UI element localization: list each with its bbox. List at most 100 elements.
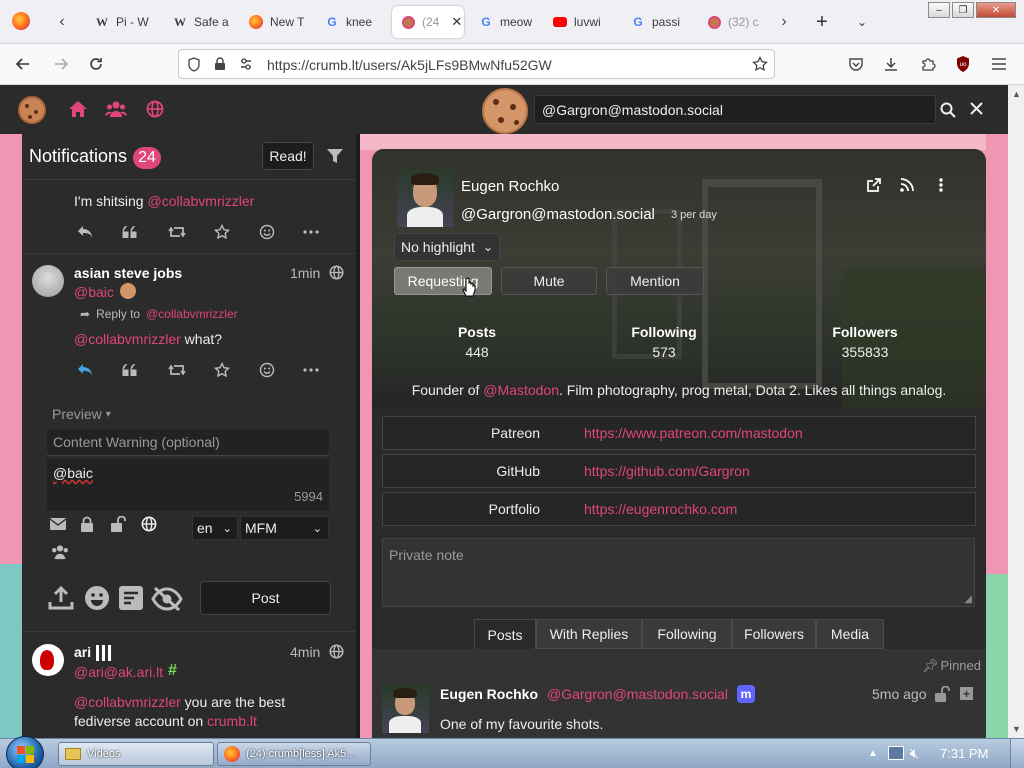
emoji-react-icon[interactable] — [256, 221, 278, 243]
back-icon[interactable] — [12, 53, 34, 75]
browser-tab[interactable]: G meow — [472, 6, 544, 38]
mark-read-button[interactable]: Read! — [262, 142, 314, 170]
emoji-react-icon[interactable] — [256, 359, 278, 381]
more-options-icon[interactable] — [300, 221, 322, 243]
start-button[interactable] — [6, 736, 44, 768]
browser-tab[interactable]: G knee — [318, 6, 388, 38]
stat-followers[interactable]: Followers 355833 — [815, 324, 915, 360]
browser-tab[interactable]: W Safe a — [166, 6, 236, 38]
extensions-puzzle-icon[interactable] — [917, 53, 939, 75]
search-icon[interactable] — [940, 102, 956, 118]
forward-icon[interactable] — [50, 53, 72, 75]
upload-icon[interactable] — [48, 585, 74, 611]
mention-link[interactable]: @collabvmrizzler — [147, 193, 254, 209]
browser-tab[interactable]: G passi — [624, 6, 696, 38]
home-icon[interactable] — [68, 100, 88, 118]
scroll-down-arrow-icon[interactable]: ▼ — [1012, 724, 1021, 734]
tab-posts[interactable]: Posts — [474, 619, 536, 649]
window-restore-button[interactable]: ❐ — [952, 2, 974, 18]
tab-following[interactable]: Following — [642, 619, 732, 649]
avatar[interactable] — [32, 265, 64, 297]
app-menu-hamburger-icon[interactable] — [988, 53, 1010, 75]
network-icon[interactable] — [888, 746, 904, 760]
firefox-menu-icon[interactable] — [12, 12, 30, 30]
close-search-icon[interactable] — [970, 102, 983, 115]
followers-visibility-icon[interactable] — [50, 544, 70, 560]
boost-icon[interactable] — [166, 221, 188, 243]
globe-icon[interactable] — [146, 100, 164, 118]
favourite-star-icon[interactable] — [211, 221, 233, 243]
downloads-icon[interactable] — [880, 53, 902, 75]
reply-icon-active[interactable] — [74, 359, 96, 381]
emoji-picker-icon[interactable] — [84, 585, 110, 611]
tab-followers[interactable]: Followers — [732, 619, 816, 649]
tracking-protection-shield-icon[interactable] — [183, 53, 205, 75]
quote-icon[interactable] — [119, 221, 141, 243]
post-author-name[interactable]: Eugen Rochko — [440, 686, 538, 702]
envelope-visibility-icon[interactable] — [50, 518, 66, 530]
mention-link[interactable]: @collabvmrizzler — [74, 694, 181, 710]
quote-icon[interactable] — [119, 359, 141, 381]
more-options-vertical-icon[interactable] — [939, 178, 943, 192]
browser-tab[interactable]: New T — [242, 6, 314, 38]
unlock-visibility-icon[interactable] — [110, 516, 126, 532]
users-icon[interactable] — [105, 100, 127, 118]
field-link[interactable]: https://github.com/Gargron — [558, 463, 750, 479]
post-author-name[interactable]: asian steve jobs — [74, 265, 182, 281]
lock-visibility-icon[interactable] — [80, 516, 94, 532]
post-button[interactable]: Post — [200, 581, 331, 615]
browser-tab[interactable]: luvwi — [548, 6, 620, 38]
field-link[interactable]: https://eugenrochko.com — [558, 501, 737, 517]
search-input[interactable]: @Gargron@mastodon.social — [534, 95, 936, 124]
reply-icon[interactable] — [74, 221, 96, 243]
tab-list-left-arrow[interactable]: ‹ — [52, 10, 72, 34]
url-bar[interactable]: https://crumb.lt/users/Ak5jLFs9BMwNfu52G… — [178, 49, 775, 79]
tab-list-right-arrow[interactable]: › — [774, 10, 794, 34]
rss-feed-icon[interactable] — [900, 178, 914, 192]
new-tab-plus-icon[interactable]: + — [812, 10, 832, 34]
window-minimize-button[interactable]: – — [928, 2, 950, 18]
reload-icon[interactable] — [85, 53, 107, 75]
stat-posts[interactable]: Posts 448 — [427, 324, 527, 360]
post-author-handle[interactable]: @Gargron@mastodon.social — [547, 686, 728, 702]
bookmark-star-icon[interactable] — [749, 53, 771, 75]
window-close-button[interactable]: ✕ — [976, 2, 1016, 18]
post-author-handle[interactable]: @baic — [74, 284, 114, 300]
post-avatar[interactable] — [382, 685, 429, 733]
browser-tab[interactable]: W Pi - W — [88, 6, 158, 38]
volume-muted-icon[interactable]: 🔇︎ — [910, 745, 919, 762]
avatar[interactable] — [32, 644, 64, 676]
boost-icon[interactable] — [166, 359, 188, 381]
poll-icon[interactable] — [119, 586, 143, 610]
compose-textarea[interactable]: @baic 5994 — [47, 459, 329, 511]
mention-button[interactable]: Mention — [606, 267, 704, 295]
tray-expand-arrow-icon[interactable]: ▲ — [868, 748, 878, 759]
taskbar-item-firefox[interactable]: (24) crumb[less] Ak5... — [217, 742, 371, 766]
bio-mention-link[interactable]: @Mastodon — [483, 382, 559, 398]
tab-with-replies[interactable]: With Replies — [536, 619, 642, 649]
globe-visibility-icon[interactable] — [141, 516, 157, 532]
crumb-logo-icon[interactable] — [18, 96, 46, 124]
requesting-follow-button[interactable]: Requesting — [394, 267, 492, 295]
system-clock[interactable]: 7:31 PM — [940, 746, 988, 761]
mention-link[interactable]: @collabvmrizzler — [74, 331, 181, 347]
mute-button[interactable]: Mute — [501, 267, 597, 295]
stat-following[interactable]: Following 573 — [614, 324, 714, 360]
field-link[interactable]: https://www.patreon.com/mastodon — [558, 425, 803, 441]
filter-icon[interactable] — [326, 147, 344, 165]
external-link-icon[interactable] — [866, 178, 881, 193]
ublock-origin-icon[interactable]: uo — [952, 53, 974, 75]
format-select[interactable]: MFM ⌄ — [240, 516, 329, 540]
page-scrollbar[interactable]: ▲ ▼ — [1008, 85, 1024, 738]
language-select[interactable]: en ⌄ — [192, 516, 238, 540]
scroll-up-arrow-icon[interactable]: ▲ — [1012, 89, 1021, 99]
tab-overflow-chevron-icon[interactable]: ⌄ — [852, 10, 872, 34]
crumb-link[interactable]: crumb.lt — [207, 713, 257, 729]
highlight-select[interactable]: No highlight ⌄ — [394, 233, 500, 261]
pocket-icon[interactable] — [845, 53, 867, 75]
content-warning-input[interactable]: Content Warning (optional) — [47, 429, 329, 456]
resize-handle-icon[interactable]: ◢ — [964, 594, 972, 605]
taskbar-item-videos[interactable]: Videos — [58, 742, 214, 766]
browser-tab-active[interactable]: (24 ✕ — [392, 6, 464, 38]
post-author-handle[interactable]: @ari@ak.ari.lt — [74, 664, 163, 680]
